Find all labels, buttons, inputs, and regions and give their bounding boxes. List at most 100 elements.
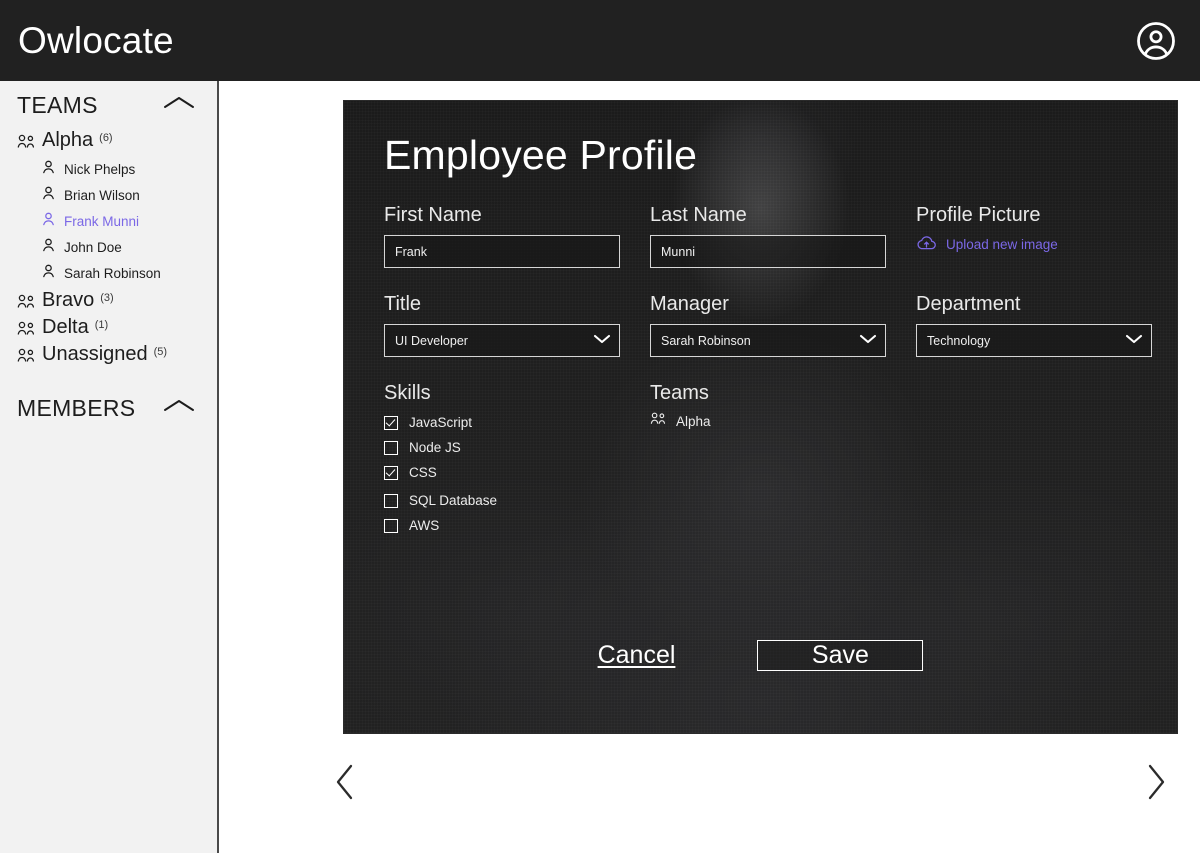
skill-checkbox-aws[interactable]: AWS (384, 513, 620, 538)
sidebar-team-alpha[interactable]: Alpha (6) (0, 129, 217, 156)
sidebar-team-bravo[interactable]: Bravo (3) (0, 289, 217, 316)
checkbox-unchecked-icon (384, 493, 398, 508)
sidebar-team-name: Delta (42, 316, 89, 338)
page-title: Employee Profile (384, 132, 698, 178)
profile-team-label: Alpha (676, 413, 711, 429)
manager-group: Manager Sarah Robinson (650, 293, 886, 357)
sidebar-member-label: Brian Wilson (64, 187, 140, 203)
save-button[interactable]: Save (757, 640, 924, 671)
skill-checkbox-css[interactable]: CSS (384, 460, 620, 485)
skill-label: JavaScript (409, 415, 473, 430)
person-icon (42, 160, 55, 179)
teams-group: Teams Alpha (650, 382, 886, 538)
chevron-right-icon[interactable] (1136, 759, 1176, 805)
first-name-group: First Name (384, 204, 620, 268)
group-icon (17, 321, 36, 341)
skill-label: AWS (409, 518, 440, 533)
title-select-value: UI Developer (395, 333, 468, 348)
grid-gap (620, 204, 650, 268)
checkbox-checked-icon (384, 415, 398, 430)
sidebar-team-name: Bravo (42, 289, 95, 311)
profile-form: First Name Last Name Profile Picture (384, 204, 1152, 538)
sidebar-member-label: Frank Munni (64, 213, 140, 229)
sidebar-section-members[interactable]: MEMBERS (0, 384, 217, 432)
chevron-left-icon[interactable] (325, 759, 365, 805)
sidebar-member-label: John Doe (64, 239, 122, 255)
skill-checkbox-javascript[interactable]: JavaScript (384, 410, 620, 435)
first-name-label: First Name (384, 204, 482, 226)
skill-checkbox-sql-database[interactable]: SQL Database (384, 488, 620, 513)
department-group: Department Technology (916, 293, 1152, 357)
main-content: Employee Profile First Name Last Name Pr… (221, 81, 1200, 853)
checkbox-unchecked-icon (384, 440, 398, 455)
manager-select[interactable]: Sarah Robinson (650, 324, 886, 357)
manager-select-value: Sarah Robinson (661, 333, 751, 348)
person-icon (42, 264, 55, 283)
grid-row-gap (384, 357, 1152, 382)
person-icon (42, 186, 55, 205)
sidebar-member-john-doe[interactable]: John Doe (0, 234, 217, 260)
checkbox-unchecked-icon (384, 518, 398, 533)
cloud-upload-icon (916, 235, 937, 254)
group-icon (17, 294, 36, 314)
upload-new-image-button[interactable]: Upload new image (916, 235, 1152, 254)
profile-picture-group: Profile Picture Upload new image (916, 204, 1152, 268)
manager-label: Manager (650, 293, 729, 315)
grid-row-gap (384, 268, 1152, 293)
chevron-up-icon[interactable] (161, 93, 197, 118)
sidebar-team-count: (1) (94, 319, 109, 331)
group-icon (17, 134, 36, 154)
skill-label: Node JS (409, 440, 461, 455)
title-select[interactable]: UI Developer (384, 324, 620, 357)
last-name-input[interactable] (650, 235, 886, 268)
grid-gap (620, 382, 650, 538)
account-circle-icon[interactable] (1134, 19, 1178, 63)
profile-picture-label: Profile Picture (916, 204, 1041, 226)
group-icon (650, 412, 667, 430)
last-name-label: Last Name (650, 204, 747, 226)
first-name-input[interactable] (384, 235, 620, 268)
skill-checkbox-node-js[interactable]: Node JS (384, 435, 620, 460)
sidebar-team-count: (6) (99, 132, 113, 144)
department-select-value: Technology (927, 333, 991, 348)
skills-group: Skills JavaScript Node JS CSS SQL Databa… (384, 382, 620, 538)
last-name-group: Last Name (650, 204, 886, 268)
title-group: Title UI Developer (384, 293, 620, 357)
sidebar-team-unassigned[interactable]: Unassigned (5) (0, 343, 217, 370)
sidebar-member-brian-wilson[interactable]: Brian Wilson (0, 182, 217, 208)
sidebar-member-nick-phelps[interactable]: Nick Phelps (0, 156, 217, 182)
grid-gap (620, 293, 650, 357)
sidebar-section-members-title: MEMBERS (17, 394, 136, 421)
sidebar-member-sarah-robinson[interactable]: Sarah Robinson (0, 260, 217, 286)
person-icon (42, 238, 55, 257)
group-icon (17, 348, 36, 368)
sidebar-member-label: Sarah Robinson (64, 265, 161, 281)
cancel-button[interactable]: Cancel (598, 641, 676, 670)
sidebar-team-count: (5) (153, 346, 168, 358)
profile-team-alpha[interactable]: Alpha (650, 410, 886, 432)
sidebar-member-frank-munni[interactable]: Frank Munni (0, 208, 217, 234)
sidebar-section-teams-title: TEAMS (17, 91, 98, 118)
upload-new-image-label: Upload new image (946, 237, 1058, 252)
department-label: Department (916, 293, 1021, 315)
skills-label: Skills (384, 382, 431, 404)
grid-gap (886, 382, 916, 538)
sidebar-section-teams[interactable]: TEAMS (0, 81, 217, 129)
chevron-up-icon[interactable] (161, 396, 197, 421)
app-header: Owlocate (0, 0, 1200, 81)
checkbox-checked-icon (384, 465, 398, 480)
sidebar: TEAMS Alpha (6) Nick Phelps Brian Wilson… (0, 81, 219, 853)
grid-gap (916, 382, 1152, 538)
sidebar-team-count: (3) (100, 292, 114, 304)
pager (221, 734, 1200, 830)
sidebar-member-label: Nick Phelps (64, 161, 136, 177)
employee-profile-card: Employee Profile First Name Last Name Pr… (343, 100, 1178, 734)
sidebar-team-name: Unassigned (42, 343, 148, 365)
skill-label: CSS (409, 465, 437, 480)
skill-label: SQL Database (409, 493, 498, 508)
title-label: Title (384, 293, 422, 315)
department-select[interactable]: Technology (916, 324, 1152, 357)
person-icon (42, 212, 55, 231)
app-title: Owlocate (18, 20, 174, 61)
sidebar-team-delta[interactable]: Delta (1) (0, 316, 217, 343)
